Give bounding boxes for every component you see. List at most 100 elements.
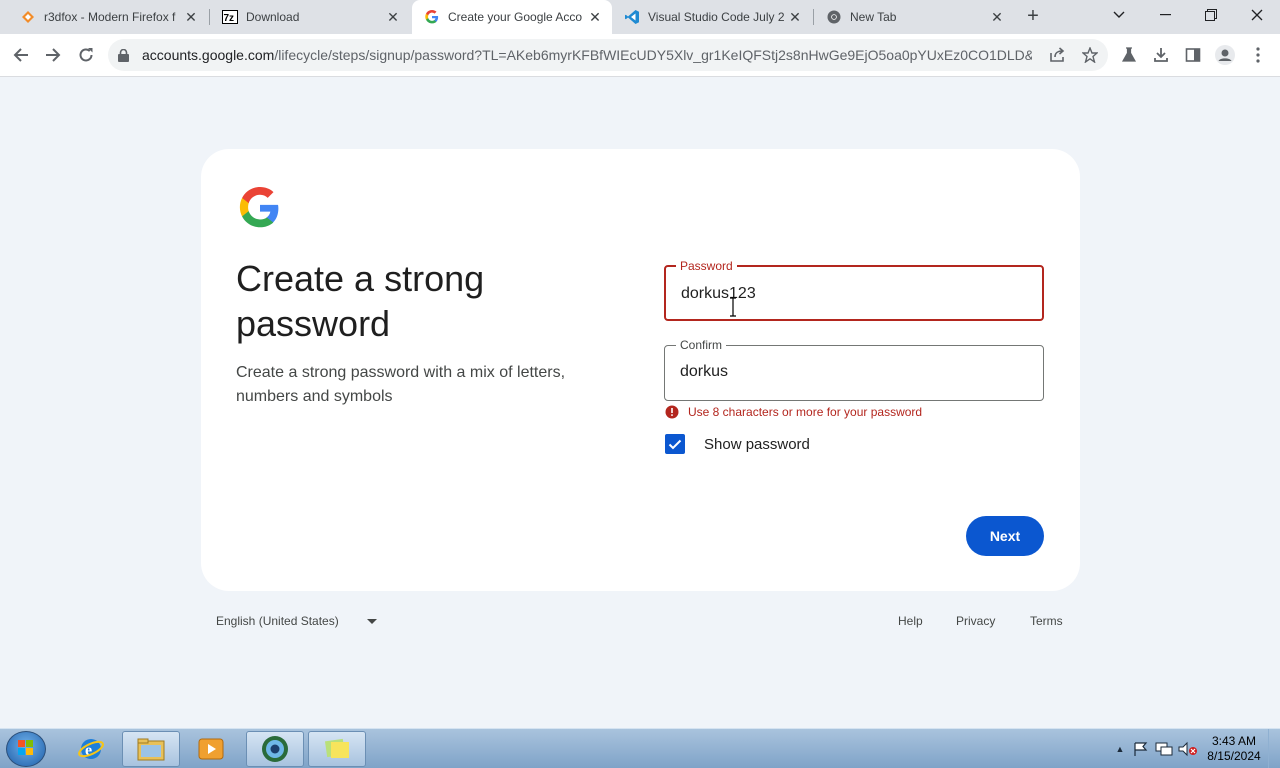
error-icon — [665, 405, 679, 419]
browser-toolbar: accounts.google.com/lifecycle/steps/sign… — [0, 34, 1280, 77]
bookmark-button[interactable] — [1075, 40, 1105, 70]
lock-icon — [118, 48, 132, 62]
globe-icon — [262, 736, 288, 762]
text-cursor-icon — [730, 297, 736, 317]
taskbar-sticky-notes[interactable] — [308, 731, 366, 767]
page-subtitle: Create a strong password with a mix of l… — [236, 364, 566, 405]
language-label: English (United States) — [216, 614, 339, 628]
tab-title: New Tab — [850, 10, 897, 24]
show-hidden-icons-icon[interactable]: ▲ — [1110, 744, 1130, 754]
taskbar-media-player[interactable] — [182, 731, 240, 767]
privacy-link[interactable]: Privacy — [956, 614, 995, 628]
tab-title: r3dfox - Modern Firefox f — [44, 10, 176, 24]
forward-button[interactable] — [38, 40, 68, 70]
close-icon[interactable]: ✕ — [988, 8, 1006, 26]
tab-new-tab[interactable]: New Tab ✕ — [814, 0, 1014, 34]
tab-r3dfox[interactable]: r3dfox - Modern Firefox f ✕ — [8, 0, 208, 34]
clock-date: 8/15/2024 — [1207, 749, 1261, 763]
terms-link[interactable]: Terms — [1030, 614, 1063, 628]
tab-title: Visual Studio Code July 2 — [648, 10, 785, 24]
minimize-icon — [1159, 14, 1171, 16]
system-tray: ▲ 3:43 AM 8/15/2024 — [1110, 729, 1280, 768]
restore-button[interactable] — [1188, 0, 1234, 30]
close-icon — [1251, 9, 1263, 21]
extensions-button[interactable] — [1114, 40, 1144, 70]
arrow-left-icon — [13, 48, 28, 62]
svg-text:7z: 7z — [224, 13, 235, 24]
show-password-label: Show password — [704, 435, 810, 453]
show-desktop-button[interactable] — [1268, 729, 1280, 768]
new-tab-button[interactable]: + — [1022, 6, 1044, 28]
sticky-notes-icon — [324, 738, 349, 758]
reload-button[interactable] — [71, 40, 101, 70]
profile-button[interactable] — [1210, 40, 1240, 70]
chevron-down-icon — [1113, 11, 1125, 18]
restore-icon — [1205, 9, 1217, 21]
reload-icon — [79, 48, 93, 62]
internet-explorer-icon: e — [78, 739, 104, 759]
volume-muted-icon[interactable] — [1176, 741, 1200, 757]
tab-vscode[interactable]: Visual Studio Code July 2 ✕ — [612, 0, 812, 34]
network-icon[interactable] — [1152, 741, 1176, 757]
tab-download[interactable]: 7z Download ✕ — [210, 0, 410, 34]
tab-strip: r3dfox - Modern Firefox f ✕ 7z Download … — [0, 0, 1280, 34]
side-panel-icon — [1185, 48, 1201, 62]
password-field[interactable]: Password — [664, 259, 1044, 321]
vscode-icon — [624, 9, 640, 25]
minimize-button[interactable] — [1142, 0, 1188, 30]
taskbar-chrome[interactable] — [246, 731, 304, 767]
flask-icon — [1121, 47, 1137, 62]
tab-title: Download — [246, 10, 300, 24]
checkmark-icon — [668, 439, 682, 449]
clock-time: 3:43 AM — [1211, 734, 1257, 748]
media-player-icon — [198, 738, 224, 760]
close-icon[interactable]: ✕ — [586, 8, 604, 26]
page-title: Create a strong password — [236, 258, 485, 344]
google-icon — [424, 9, 440, 25]
show-password-checkbox[interactable] — [665, 434, 685, 454]
downloads-button[interactable] — [1146, 40, 1176, 70]
taskbar-explorer[interactable] — [122, 731, 180, 767]
chrome-icon — [826, 9, 842, 25]
download-icon — [1154, 48, 1168, 62]
google-logo-icon — [239, 187, 279, 228]
tab-title: Create your Google Acco — [448, 10, 583, 24]
signup-card: Create a strong password Create a strong… — [201, 149, 1080, 591]
menu-button[interactable] — [1243, 40, 1273, 70]
next-button[interactable]: Next — [966, 516, 1044, 556]
tab-google-account[interactable]: Create your Google Acco ✕ — [412, 0, 612, 34]
show-password-toggle[interactable]: Show password — [665, 434, 810, 454]
url-path: /lifecycle/steps/signup/password?TL=AKeb… — [274, 47, 1032, 63]
close-icon[interactable]: ✕ — [786, 8, 804, 26]
7zip-icon: 7z — [222, 9, 238, 25]
address-bar[interactable]: accounts.google.com/lifecycle/steps/sign… — [108, 39, 1108, 71]
kebab-menu-icon — [1256, 47, 1260, 63]
confirm-field[interactable]: Confirm — [664, 338, 1044, 401]
folder-icon — [137, 738, 165, 761]
back-button[interactable] — [6, 40, 36, 70]
url-host: accounts.google.com — [142, 47, 275, 63]
language-selector[interactable]: English (United States) — [216, 614, 377, 628]
error-message: Use 8 characters or more for your passwo… — [665, 405, 922, 419]
password-input[interactable] — [668, 269, 1042, 319]
close-window-button[interactable] — [1234, 0, 1280, 30]
caret-down-icon — [366, 618, 377, 624]
close-icon[interactable]: ✕ — [182, 8, 200, 26]
r3dfox-icon — [20, 9, 36, 25]
help-link[interactable]: Help — [898, 614, 923, 628]
action-center-flag-icon[interactable] — [1130, 741, 1152, 757]
avatar-icon — [1215, 45, 1235, 65]
close-icon[interactable]: ✕ — [384, 8, 402, 26]
url-text: accounts.google.com/lifecycle/steps/sign… — [142, 47, 1032, 63]
side-panel-button[interactable] — [1178, 40, 1208, 70]
taskbar-ie[interactable]: e — [62, 731, 120, 767]
confirm-input[interactable] — [666, 347, 1040, 397]
share-button[interactable] — [1043, 40, 1073, 70]
star-icon — [1082, 47, 1098, 63]
windows-taskbar: e ▲ 3:43 AM 8/15/2024 — [0, 728, 1280, 768]
windows-logo-icon — [18, 740, 33, 755]
share-icon — [1050, 47, 1065, 62]
tab-search-button[interactable] — [1096, 0, 1142, 30]
start-button[interactable] — [6, 731, 46, 767]
taskbar-clock[interactable]: 3:43 AM 8/15/2024 — [1200, 734, 1268, 764]
